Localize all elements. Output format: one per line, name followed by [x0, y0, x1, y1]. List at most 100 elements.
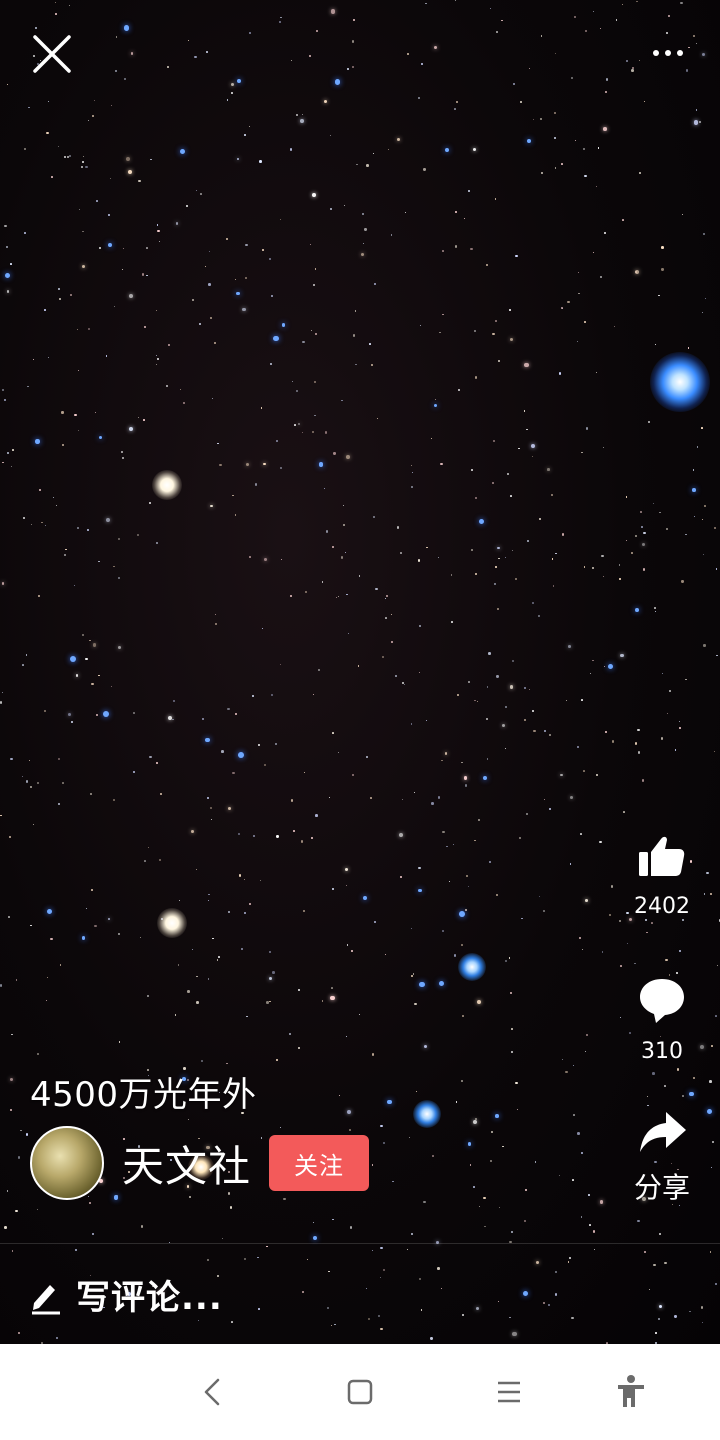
- star: [50, 176, 53, 179]
- star: [1, 691, 4, 694]
- star: [519, 100, 523, 103]
- follow-button[interactable]: 关注: [269, 1135, 370, 1191]
- star: [5, 246, 8, 249]
- home-icon[interactable]: [340, 1372, 380, 1412]
- star: [175, 222, 179, 225]
- star: [45, 524, 47, 526]
- star: [524, 686, 527, 689]
- star: [264, 557, 268, 561]
- star: [62, 781, 65, 784]
- star: [314, 380, 317, 384]
- star: [302, 114, 304, 116]
- share-button[interactable]: 分享: [628, 1108, 696, 1206]
- star: [495, 319, 497, 322]
- star: [412, 973, 415, 975]
- star: [94, 412, 96, 414]
- like-button[interactable]: 2402: [628, 830, 696, 919]
- star: [461, 761, 464, 764]
- star: [518, 447, 520, 450]
- star: [495, 566, 497, 568]
- star: [156, 309, 158, 311]
- blue-star: [35, 439, 40, 444]
- star: [98, 247, 101, 250]
- star: [194, 55, 197, 59]
- star: [524, 719, 527, 722]
- star: [95, 200, 98, 202]
- star: [347, 633, 349, 635]
- star: [450, 621, 453, 623]
- close-button[interactable]: [30, 32, 74, 76]
- star: [534, 1161, 537, 1163]
- bright-star: [413, 1100, 441, 1128]
- star: [437, 796, 441, 799]
- star: [615, 19, 618, 21]
- star: [166, 66, 169, 68]
- star: [702, 518, 704, 521]
- star: [588, 1194, 590, 1197]
- star: [106, 518, 110, 522]
- star: [111, 685, 113, 687]
- star: [38, 489, 41, 491]
- star: [597, 147, 599, 149]
- star: [539, 895, 541, 897]
- star: [335, 596, 337, 598]
- star: [358, 1013, 361, 1016]
- avatar[interactable]: [30, 1126, 104, 1200]
- star: [91, 682, 94, 686]
- more-button[interactable]: [646, 36, 690, 70]
- star: [647, 1104, 649, 1107]
- star: [387, 149, 389, 151]
- star: [281, 558, 283, 560]
- star: [321, 1000, 324, 1002]
- star: [625, 496, 628, 498]
- star: [246, 1015, 248, 1018]
- star: [688, 347, 690, 349]
- star: [312, 694, 314, 696]
- star: [50, 937, 53, 940]
- star: [212, 937, 214, 940]
- star: [313, 284, 316, 287]
- star: [57, 145, 59, 147]
- star: [380, 1327, 383, 1331]
- star: [703, 892, 706, 895]
- star: [370, 363, 373, 366]
- star: [676, 1068, 680, 1071]
- menu-icon[interactable]: [489, 1372, 529, 1412]
- star: [231, 92, 233, 94]
- blue-star: [419, 981, 425, 988]
- star: [582, 949, 584, 950]
- star: [243, 878, 245, 880]
- star: [572, 1179, 574, 1181]
- star: [491, 481, 495, 484]
- back-icon[interactable]: [194, 1372, 234, 1412]
- divider: [0, 1243, 720, 1244]
- comment-button[interactable]: 310: [628, 975, 696, 1064]
- star: [208, 900, 210, 902]
- comment-input[interactable]: 写评论...: [30, 1270, 223, 1319]
- star: [88, 119, 89, 121]
- star: [124, 78, 127, 81]
- star: [315, 814, 318, 817]
- star: [64, 553, 67, 556]
- blue-star: [495, 1114, 499, 1118]
- star: [584, 175, 587, 178]
- star: [589, 1224, 591, 1226]
- star: [113, 565, 116, 568]
- star: [10, 466, 12, 468]
- star: [581, 452, 583, 454]
- star: [334, 1323, 336, 1326]
- blue-star: [362, 895, 367, 900]
- accessibility-icon[interactable]: [611, 1372, 651, 1412]
- star: [15, 1209, 18, 1213]
- star: [83, 156, 84, 158]
- star: [380, 1277, 382, 1279]
- star: [586, 1034, 589, 1037]
- author-name[interactable]: 天文社: [122, 1133, 251, 1194]
- star: [521, 918, 523, 920]
- star: [511, 660, 514, 663]
- star: [486, 758, 489, 760]
- star: [253, 835, 255, 838]
- star: [177, 964, 180, 966]
- star: [626, 539, 628, 541]
- blue-star: [692, 488, 696, 492]
